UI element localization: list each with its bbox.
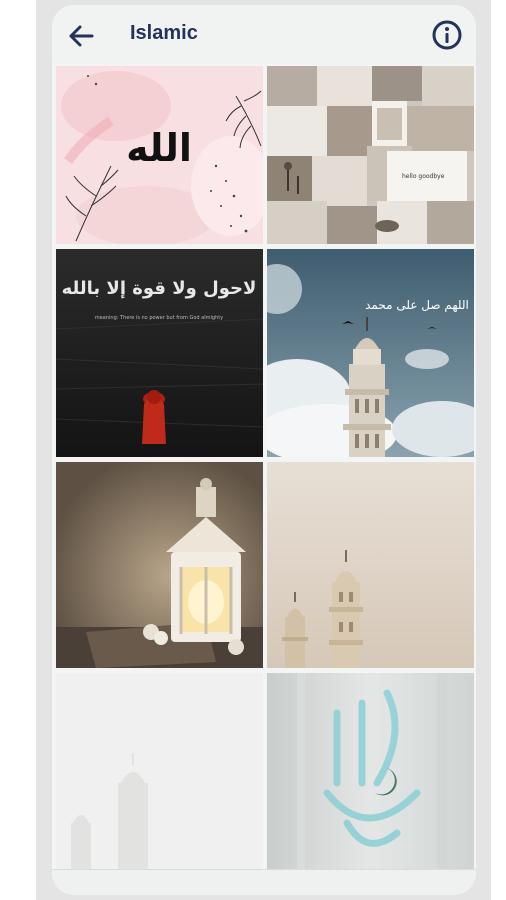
back-button[interactable]: [64, 19, 98, 53]
page-title: Islamic: [130, 22, 198, 44]
allah-calligraphy-text: الله: [126, 126, 192, 170]
top-app-bar: Islamic: [52, 5, 476, 63]
wallpaper-tile-dark-calligraphy[interactable]: لاحول ولا قوة إلا بالله meaning: There i…: [56, 249, 263, 457]
two-minarets-wallpaper-image: [267, 462, 474, 668]
collage-note-text: hello goodbye: [402, 173, 445, 180]
calligraphy-caption-text: meaning: There is no power but from God …: [95, 315, 223, 321]
wallpaper-tile-two-minarets[interactable]: [267, 462, 474, 668]
info-button[interactable]: [430, 18, 464, 52]
allah-pink-wallpaper-image: الله: [56, 66, 263, 244]
minaret-sky-wallpaper-image: اللهم صل على محمد: [267, 249, 474, 457]
wallpaper-tile-minaret-sky[interactable]: اللهم صل على محمد: [267, 249, 474, 457]
wallpaper-tile-misty-minarets[interactable]: [56, 673, 263, 873]
arrow-left-icon: [69, 25, 94, 47]
lantern-wallpaper-image: [56, 462, 263, 668]
wallpaper-tile-allah-pink[interactable]: الله: [56, 66, 263, 244]
wallpaper-tile-teal-calligraphy[interactable]: [267, 673, 474, 873]
collage-wallpaper-image: hello goodbye: [267, 66, 474, 244]
misty-minarets-wallpaper-image: [56, 673, 263, 873]
app-screen: Islamic الله hello goodbye لاحول ولا قوة…: [52, 5, 476, 895]
info-circle-icon: [432, 20, 462, 50]
wallpaper-tile-lantern[interactable]: [56, 462, 263, 668]
wallpaper-tile-collage[interactable]: hello goodbye: [267, 66, 474, 244]
teal-calligraphy-wallpaper-image: [267, 673, 474, 873]
dark-calligraphy-wallpaper-image: لاحول ولا قوة إلا بالله meaning: There i…: [56, 249, 263, 457]
bottom-bar: [52, 869, 476, 895]
salawat-text: اللهم صل على محمد: [365, 298, 469, 312]
lahawla-calligraphy-text: لاحول ولا قوة إلا بالله: [62, 278, 257, 299]
